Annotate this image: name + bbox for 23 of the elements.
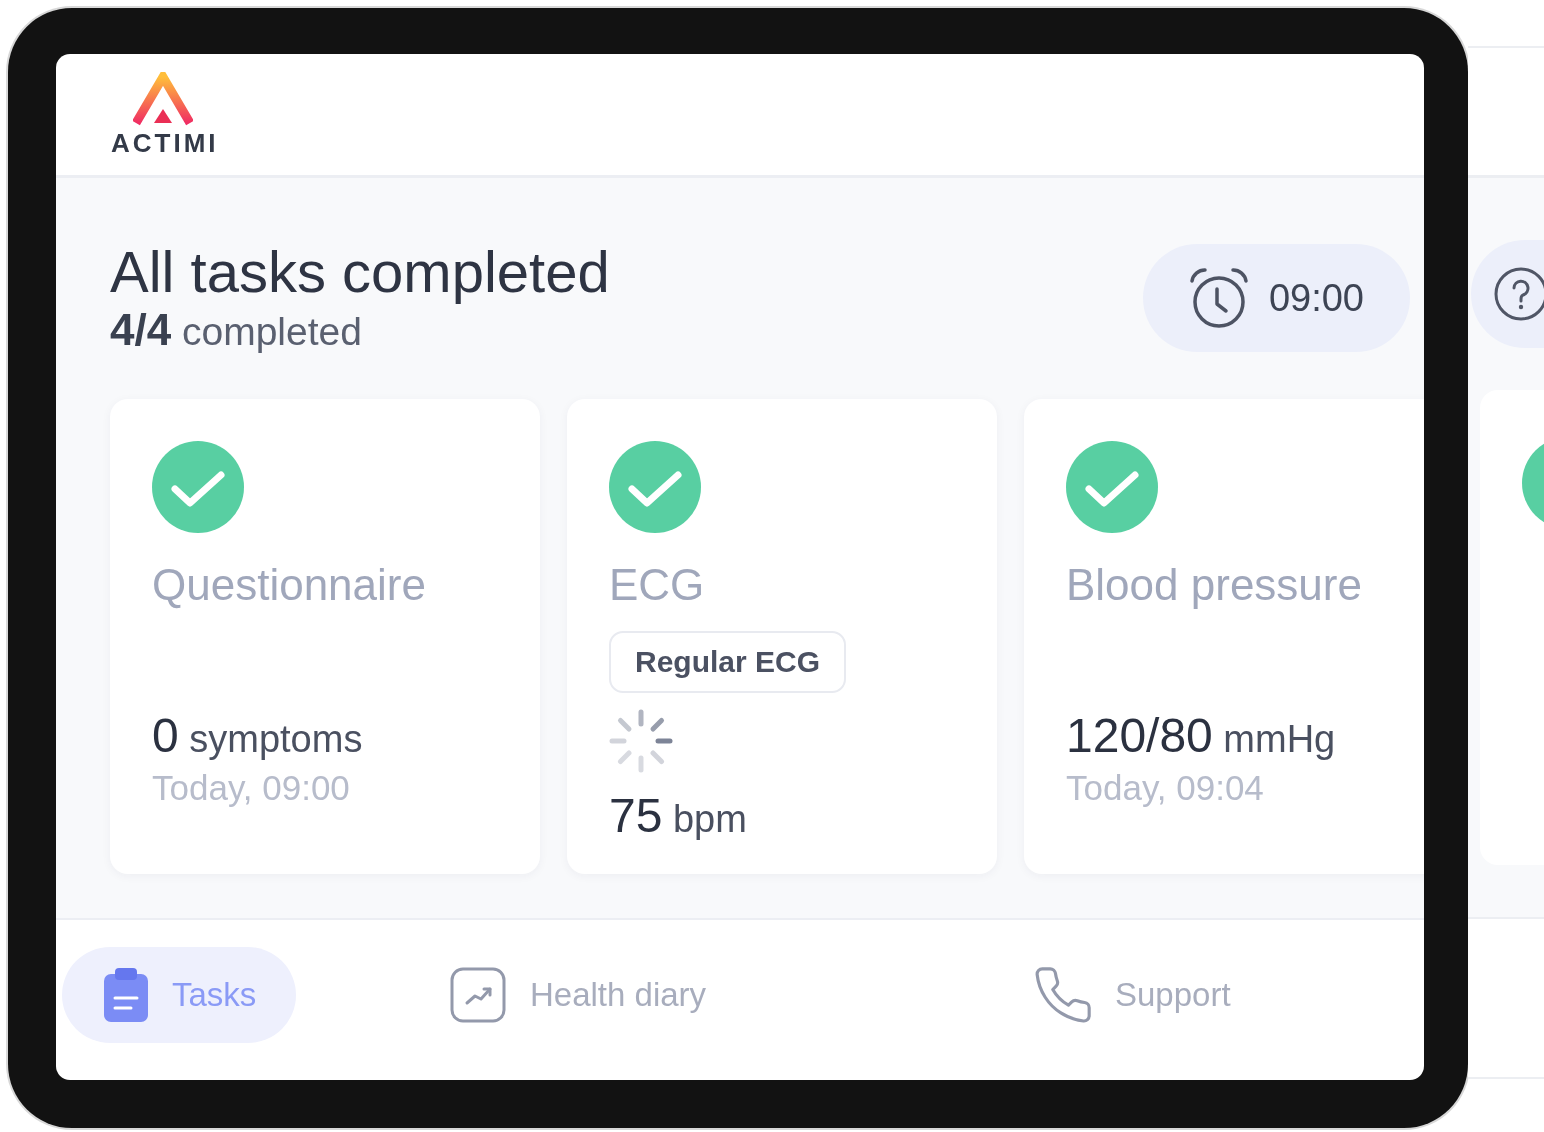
- measurement-time: Today, 09:04: [1066, 767, 1264, 809]
- measurement-time: Today, 09:00: [152, 767, 350, 809]
- task-name: Blood pressure: [1066, 558, 1362, 611]
- clipboard-icon: [104, 968, 148, 1022]
- task-card[interactable]: ECG Regular ECG 75 bpm: [567, 398, 997, 874]
- help-icon: [1493, 266, 1544, 322]
- reminder-time-button[interactable]: 09:00: [1142, 244, 1410, 353]
- help-button[interactable]: [1471, 240, 1544, 348]
- task-card[interactable]: Blood pressure 120/80 mmHg Today, 09:04: [1024, 398, 1424, 874]
- logo-icon: [133, 72, 194, 126]
- alarm-clock-icon: [1188, 267, 1249, 330]
- page-title: All tasks completed: [110, 240, 610, 304]
- measurement-value: 75 bpm: [609, 788, 747, 845]
- measurement-value: 120/80 mmHg: [1066, 708, 1336, 765]
- measurement-value: 0 symptoms: [152, 708, 363, 765]
- progress-summary: 4/4 completed: [110, 304, 363, 356]
- task-name: ECG: [609, 558, 705, 611]
- task-name: Questionnaire: [152, 558, 426, 611]
- logo-text: ACTIMI: [110, 130, 219, 156]
- result-badge: Regular ECG: [609, 631, 847, 694]
- chart-square-icon: [450, 967, 506, 1023]
- task-card[interactable]: Questionnaire 0 symptoms Today, 09:00: [110, 398, 540, 874]
- phone-icon: [1035, 967, 1091, 1023]
